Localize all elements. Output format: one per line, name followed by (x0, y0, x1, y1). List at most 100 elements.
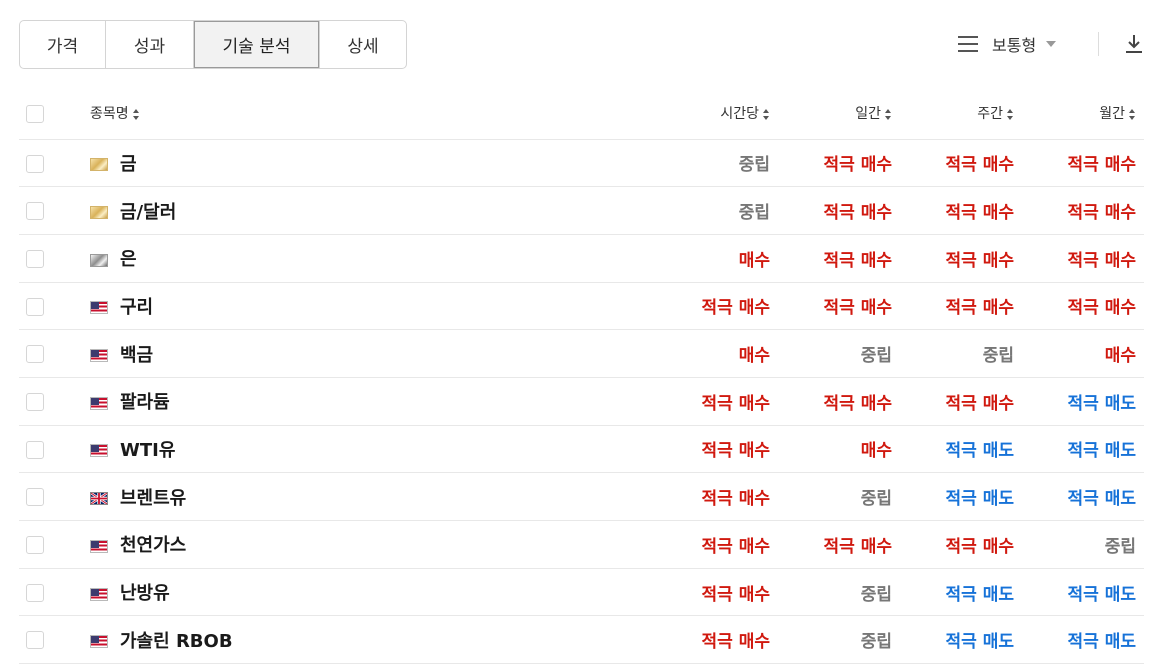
column-header-monthly-label: 월간 (1099, 106, 1125, 123)
instrument-name[interactable]: 금 (120, 154, 137, 175)
table-row[interactable]: WTI유 적극 매수 매수 적극 매도 적극 매도 (19, 425, 1144, 473)
tab-technical-analysis[interactable]: 기술 분석 (194, 21, 320, 68)
commodities-technical-table: 종목명 시간당 일간 주간 월간 금 중립 적극 매수 적극 매수 적극 매수 금/달러 중… (19, 88, 1144, 664)
row-checkbox[interactable] (26, 202, 44, 221)
sort-icon[interactable] (1007, 108, 1014, 120)
sort-icon[interactable] (885, 108, 892, 120)
column-header-weekly[interactable]: 주간 (900, 88, 1022, 139)
column-header-hourly[interactable]: 시간당 (656, 88, 778, 139)
column-header-hourly-label: 시간당 (720, 106, 759, 123)
tab-price[interactable]: 가격 (20, 21, 106, 68)
signal-daily: 적극 매수 (823, 393, 892, 414)
table-row[interactable]: 팔라듐 적극 매수 적극 매수 적극 매수 적극 매도 (19, 377, 1144, 425)
row-checkbox[interactable] (26, 393, 44, 412)
table-row[interactable]: 금/달러 중립 적극 매수 적극 매수 적극 매수 (19, 186, 1144, 235)
tab-performance[interactable]: 성과 (106, 21, 194, 68)
instrument-name[interactable]: 가솔린 RBOB (120, 631, 233, 652)
row-checkbox[interactable] (26, 536, 44, 555)
instrument-name-cell[interactable]: 금 (90, 139, 656, 187)
signal-weekly: 적극 매도 (945, 489, 1014, 510)
table-header-row: 종목명 시간당 일간 주간 월간 (19, 88, 1144, 139)
header-checkbox-cell (19, 88, 90, 139)
sort-icon[interactable] (1129, 108, 1136, 120)
row-checkbox[interactable] (26, 583, 44, 602)
instrument-name-cell[interactable]: WTI유 (90, 425, 656, 473)
signal-weekly: 적극 매수 (945, 155, 1014, 176)
signal-weekly: 적극 매도 (945, 584, 1014, 605)
download-icon[interactable] (1123, 33, 1145, 55)
column-header-monthly[interactable]: 월간 (1022, 88, 1144, 139)
instrument-name[interactable]: 금/달러 (120, 202, 176, 223)
view-density-dropdown[interactable]: 보통형 (958, 30, 1057, 58)
table-row[interactable]: 천연가스 적극 매수 적극 매수 적극 매수 중립 (19, 520, 1144, 569)
signal-weekly: 적극 매도 (945, 441, 1014, 462)
row-checkbox[interactable] (26, 249, 44, 268)
signal-monthly: 적극 매도 (1067, 584, 1136, 605)
row-checkbox-cell (19, 139, 90, 187)
uk-flag-icon (90, 492, 108, 506)
signal-weekly: 적극 매도 (945, 632, 1014, 653)
table-row[interactable]: 가솔린 RBOB 적극 매수 중립 적극 매도 적극 매도 (19, 615, 1144, 664)
column-header-name[interactable]: 종목명 (90, 88, 656, 139)
signal-monthly: 매수 (1104, 346, 1136, 367)
select-all-checkbox[interactable] (26, 105, 44, 123)
row-checkbox-cell (19, 282, 90, 330)
table-row[interactable]: 백금 매수 중립 중립 매수 (19, 329, 1144, 378)
row-checkbox[interactable] (26, 440, 44, 459)
signal-weekly: 적극 매수 (945, 250, 1014, 271)
instrument-name-cell[interactable]: 구리 (90, 282, 656, 330)
signal-hourly: 매수 (738, 346, 770, 367)
signal-monthly: 적극 매도 (1067, 489, 1136, 510)
sort-icon[interactable] (132, 108, 140, 120)
instrument-name-cell[interactable]: 금/달러 (90, 187, 656, 235)
table-row[interactable]: 은 매수 적극 매수 적극 매수 적극 매수 (19, 234, 1144, 282)
view-density-label: 보통형 (992, 36, 1037, 55)
signal-hourly: 적극 매수 (701, 536, 770, 557)
table-row[interactable]: 브렌트유 적극 매수 중립 적극 매도 적극 매도 (19, 472, 1144, 521)
instrument-name[interactable]: 팔라듐 (120, 392, 170, 413)
instrument-name[interactable]: 천연가스 (120, 535, 186, 556)
column-header-daily[interactable]: 일간 (778, 88, 900, 139)
row-checkbox[interactable] (26, 154, 44, 173)
instrument-name[interactable]: WTI유 (120, 440, 175, 461)
table-row[interactable]: 구리 적극 매수 적극 매수 적극 매수 적극 매수 (19, 282, 1144, 330)
signal-monthly: 적극 매도 (1067, 441, 1136, 462)
instrument-name-cell[interactable]: 백금 (90, 330, 656, 378)
table-row[interactable]: 난방유 적극 매수 중립 적극 매도 적극 매도 (19, 568, 1144, 616)
us-flag-icon (90, 539, 108, 553)
signal-monthly: 적극 매수 (1067, 203, 1136, 224)
signal-monthly: 적극 매수 (1067, 250, 1136, 271)
row-checkbox[interactable] (26, 345, 44, 364)
row-checkbox-cell (19, 330, 90, 378)
signal-daily: 중립 (860, 632, 892, 653)
instrument-name[interactable]: 백금 (120, 345, 153, 366)
row-checkbox[interactable] (26, 488, 44, 507)
instrument-name-cell[interactable]: 가솔린 RBOB (90, 616, 656, 664)
instrument-name-cell[interactable]: 브렌트유 (90, 473, 656, 521)
instrument-name-cell[interactable]: 난방유 (90, 568, 656, 616)
sort-icon[interactable] (763, 108, 770, 120)
row-checkbox[interactable] (26, 631, 44, 650)
instrument-name[interactable]: 브렌트유 (120, 488, 186, 509)
instrument-name-cell[interactable]: 천연가스 (90, 521, 656, 569)
instrument-name[interactable]: 구리 (120, 297, 153, 318)
tab-detail[interactable]: 상세 (320, 21, 406, 68)
instrument-name-cell[interactable]: 팔라듐 (90, 377, 656, 425)
signal-daily: 적극 매수 (823, 203, 892, 224)
row-checkbox[interactable] (26, 297, 44, 316)
us-flag-icon (90, 396, 108, 410)
gold-icon (90, 158, 108, 172)
instrument-name-cell[interactable]: 은 (90, 234, 656, 282)
row-checkbox-cell (19, 521, 90, 569)
signal-hourly: 중립 (738, 203, 770, 224)
signal-hourly: 중립 (738, 155, 770, 176)
instrument-name[interactable]: 은 (120, 249, 137, 270)
us-flag-icon (90, 635, 108, 649)
signal-monthly: 적극 매도 (1067, 393, 1136, 414)
signal-daily: 매수 (860, 441, 892, 462)
signal-hourly: 매수 (738, 250, 770, 271)
column-header-daily-label: 일간 (855, 106, 881, 123)
column-header-weekly-label: 주간 (977, 106, 1003, 123)
table-row[interactable]: 금 중립 적극 매수 적극 매수 적극 매수 (19, 139, 1144, 187)
instrument-name[interactable]: 난방유 (120, 583, 170, 604)
